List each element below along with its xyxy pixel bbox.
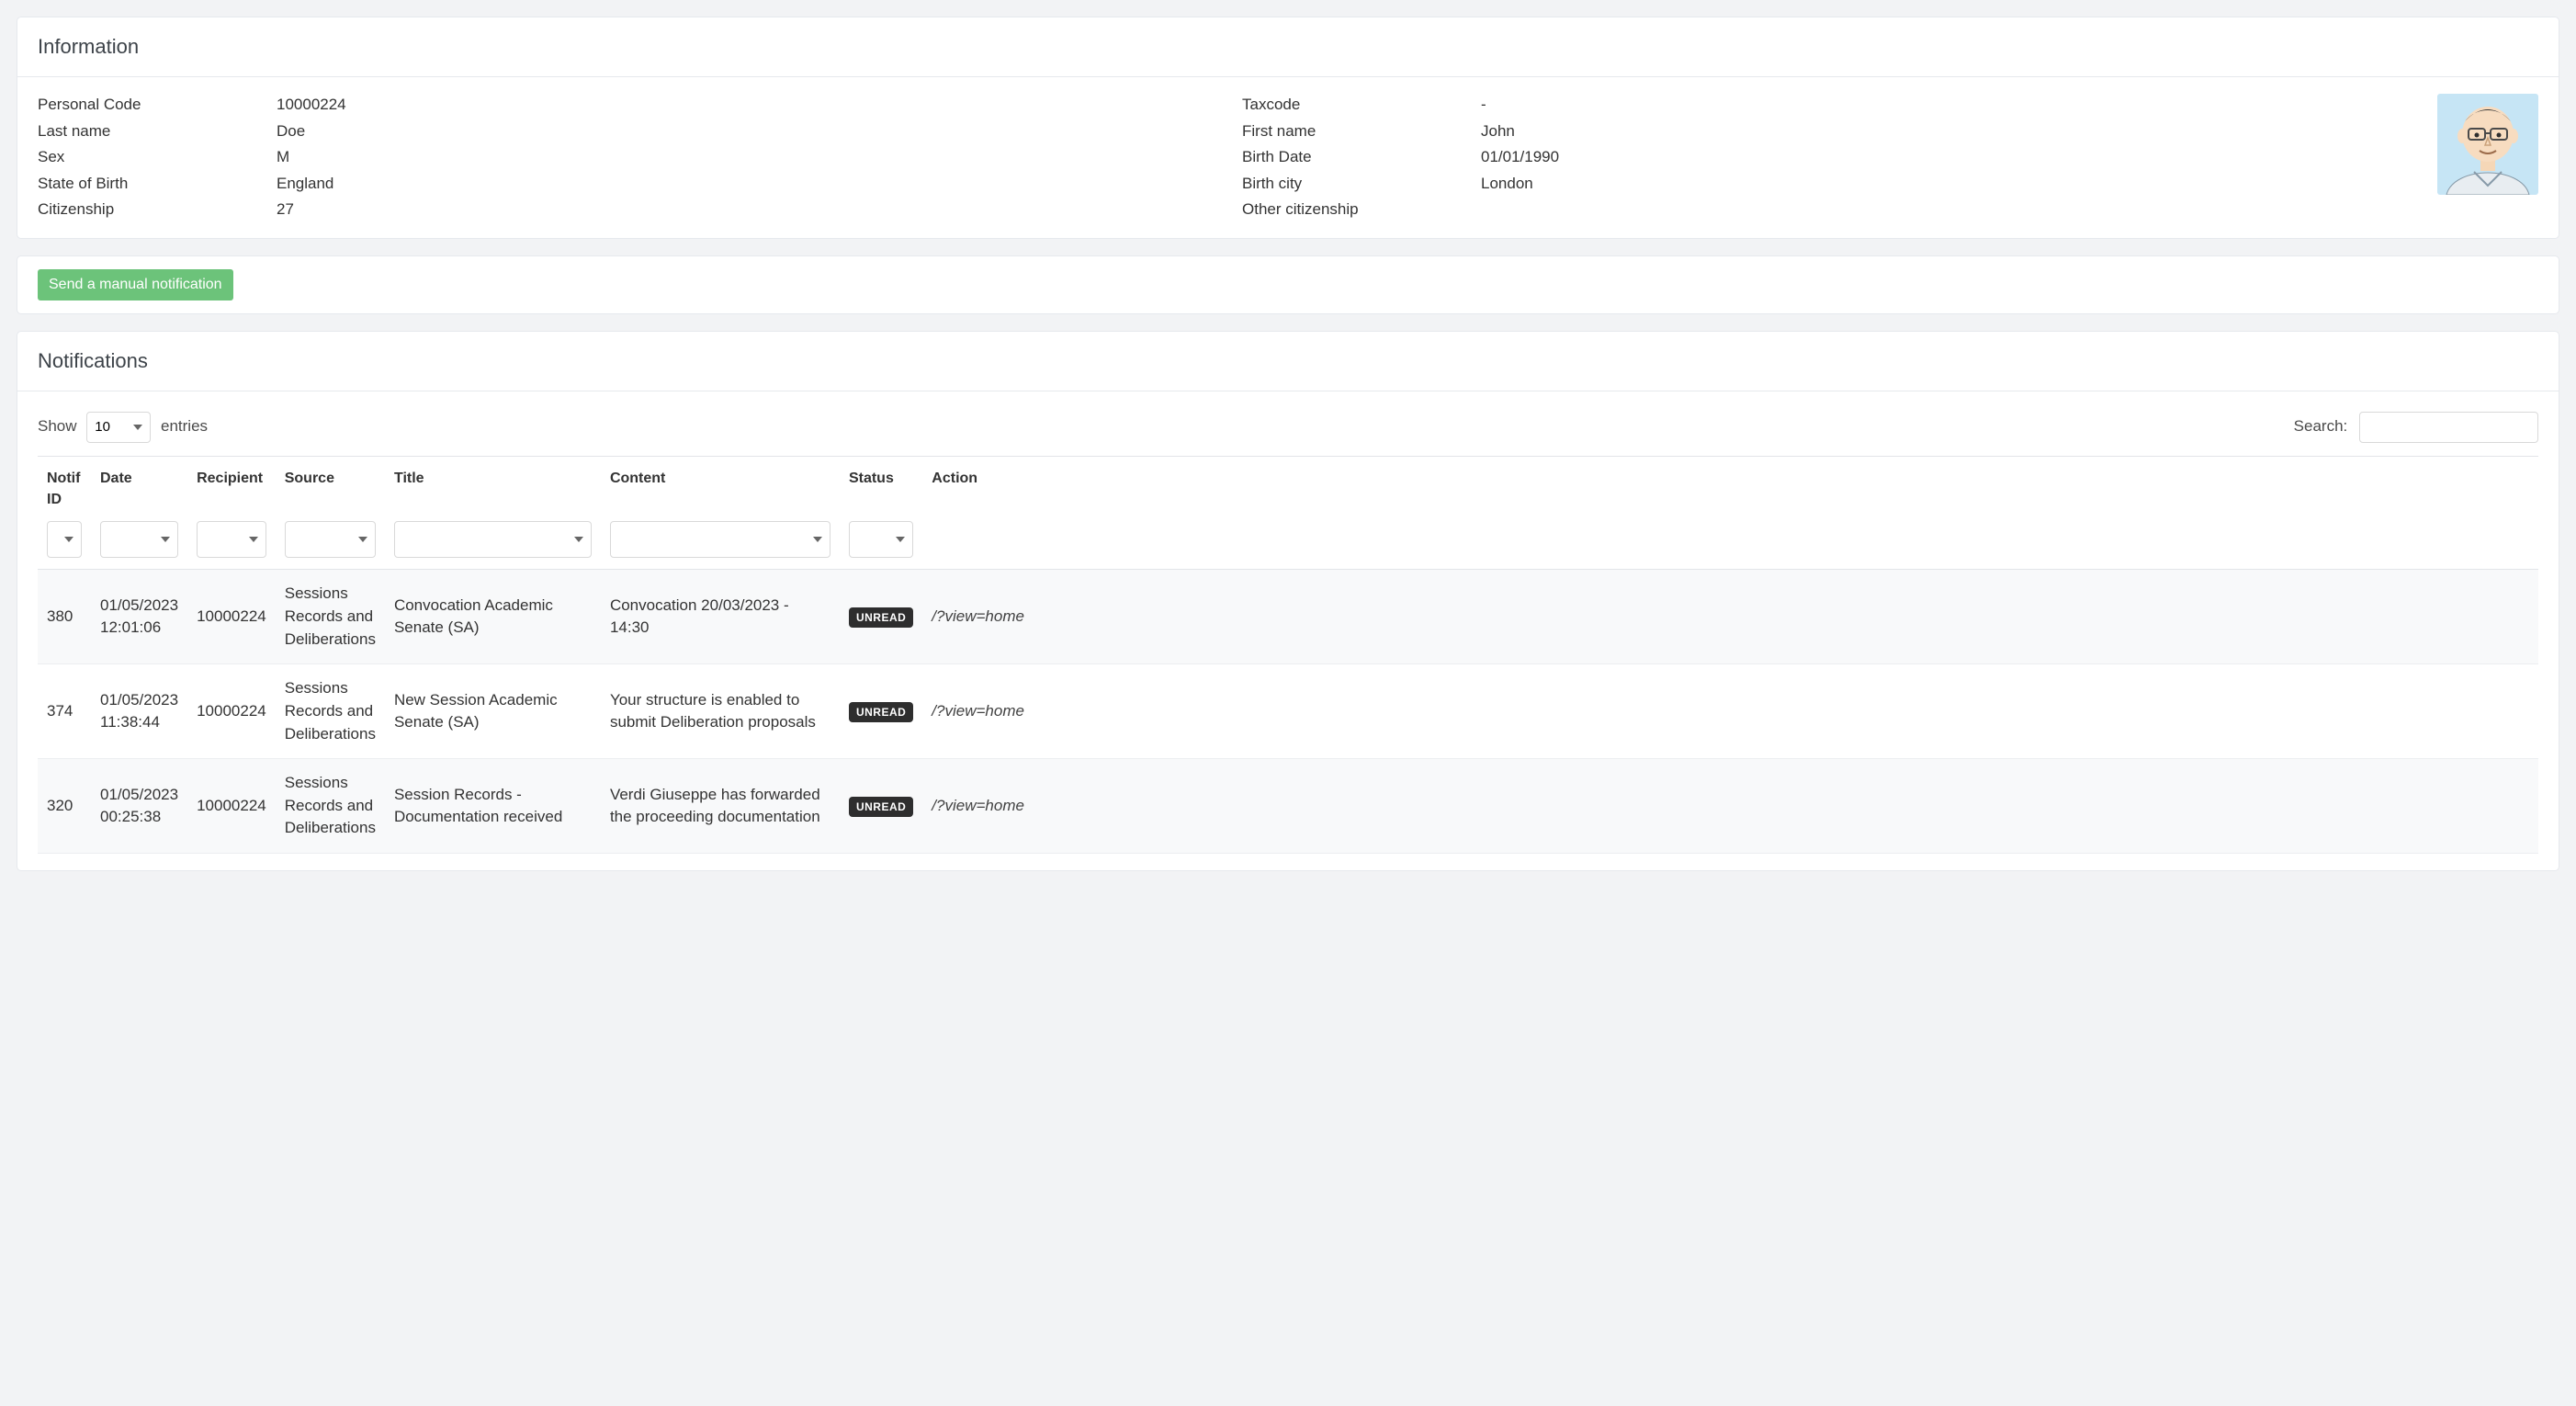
cell-date: 01/05/2023 12:01:06 <box>91 570 187 664</box>
cell-source: Sessions Records and Deliberations <box>276 759 385 854</box>
info-value: Doe <box>277 120 305 143</box>
action-link[interactable]: /?view=home <box>932 797 1024 814</box>
info-label: State of Birth <box>38 173 277 196</box>
filter-source[interactable] <box>285 521 376 558</box>
cell-recipient: 10000224 <box>187 664 276 759</box>
table-filter-row <box>38 517 2538 570</box>
avatar-icon <box>2437 94 2538 195</box>
info-value: 10000224 <box>277 94 346 117</box>
info-value: 27 <box>277 198 294 221</box>
col-date[interactable]: Date <box>91 456 187 517</box>
info-value: - <box>1481 94 1486 117</box>
status-badge: UNREAD <box>849 797 913 817</box>
col-notif-id[interactable]: Notif ID <box>38 456 91 517</box>
information-title: Information <box>38 32 2538 62</box>
information-body: Personal Code10000224 Last nameDoe SexM … <box>17 77 2559 238</box>
cell-date: 01/05/2023 11:38:44 <box>91 664 187 759</box>
cell-recipient: 10000224 <box>187 570 276 664</box>
cell-source: Sessions Records and Deliberations <box>276 570 385 664</box>
col-status[interactable]: Status <box>840 456 922 517</box>
cell-date: 01/05/2023 00:25:38 <box>91 759 187 854</box>
action-link[interactable]: /?view=home <box>932 607 1024 625</box>
cell-id: 374 <box>38 664 91 759</box>
notifications-table: Notif ID Date Recipient Source Title Con… <box>38 456 2538 854</box>
cell-content: Verdi Giuseppe has forwarded the proceed… <box>601 759 840 854</box>
filter-recipient[interactable] <box>197 521 266 558</box>
info-value: M <box>277 146 289 169</box>
information-header: Information <box>17 17 2559 77</box>
notifications-body: Show 10 entries Search: Notif ID Date <box>17 391 2559 870</box>
info-value: England <box>277 173 333 196</box>
notifications-header: Notifications <box>17 332 2559 391</box>
send-card: Send a manual notification <box>17 255 2559 314</box>
table-row: 374 01/05/2023 11:38:44 10000224 Session… <box>38 664 2538 759</box>
info-label: Other citizenship <box>1242 198 1481 221</box>
cell-id: 320 <box>38 759 91 854</box>
notifications-title: Notifications <box>38 346 2538 376</box>
table-body: 380 01/05/2023 12:01:06 10000224 Session… <box>38 570 2538 854</box>
info-label: Birth city <box>1242 173 1481 196</box>
col-source[interactable]: Source <box>276 456 385 517</box>
search-label: Search: <box>2294 417 2348 435</box>
cell-title: Session Records - Documentation received <box>385 759 601 854</box>
cell-source: Sessions Records and Deliberations <box>276 664 385 759</box>
status-badge: UNREAD <box>849 607 913 628</box>
filter-title[interactable] <box>394 521 592 558</box>
cell-title: New Session Academic Senate (SA) <box>385 664 601 759</box>
status-badge: UNREAD <box>849 702 913 722</box>
filter-date[interactable] <box>100 521 178 558</box>
info-right-column: Taxcode- First nameJohn Birth Date01/01/… <box>1242 94 2538 221</box>
filter-status[interactable] <box>849 521 913 558</box>
cell-recipient: 10000224 <box>187 759 276 854</box>
show-label-pre: Show <box>38 417 77 435</box>
action-link[interactable]: /?view=home <box>932 702 1024 720</box>
col-title[interactable]: Title <box>385 456 601 517</box>
col-content[interactable]: Content <box>601 456 840 517</box>
filter-notif-id[interactable] <box>47 521 82 558</box>
information-card: Information Personal Code10000224 Last n… <box>17 17 2559 239</box>
cell-content: Your structure is enabled to submit Deli… <box>601 664 840 759</box>
info-value: 01/01/1990 <box>1481 146 1559 169</box>
col-recipient[interactable]: Recipient <box>187 456 276 517</box>
info-label: Citizenship <box>38 198 277 221</box>
filter-content[interactable] <box>610 521 830 558</box>
cell-content: Convocation 20/03/2023 - 14:30 <box>601 570 840 664</box>
info-label: Taxcode <box>1242 94 1481 117</box>
col-action[interactable]: Action <box>922 456 2538 517</box>
info-label: Sex <box>38 146 277 169</box>
info-label: Last name <box>38 120 277 143</box>
search-control: Search: <box>2294 412 2538 443</box>
table-header-row: Notif ID Date Recipient Source Title Con… <box>38 456 2538 517</box>
table-row: 380 01/05/2023 12:01:06 10000224 Session… <box>38 570 2538 664</box>
avatar <box>2437 94 2538 195</box>
info-left-column: Personal Code10000224 Last nameDoe SexM … <box>38 94 1205 221</box>
table-row: 320 01/05/2023 00:25:38 10000224 Session… <box>38 759 2538 854</box>
info-label: First name <box>1242 120 1481 143</box>
info-label: Birth Date <box>1242 146 1481 169</box>
cell-id: 380 <box>38 570 91 664</box>
show-label-post: entries <box>161 417 208 435</box>
search-input[interactable] <box>2359 412 2538 443</box>
send-manual-notification-button[interactable]: Send a manual notification <box>38 269 233 300</box>
info-value: London <box>1481 173 1533 196</box>
entries-per-page-select[interactable]: 10 <box>86 412 151 443</box>
notifications-card: Notifications Show 10 entries Search: <box>17 331 2559 871</box>
info-label: Personal Code <box>38 94 277 117</box>
cell-title: Convocation Academic Senate (SA) <box>385 570 601 664</box>
entries-length-control: Show 10 entries <box>38 412 208 443</box>
info-value: John <box>1481 120 1515 143</box>
